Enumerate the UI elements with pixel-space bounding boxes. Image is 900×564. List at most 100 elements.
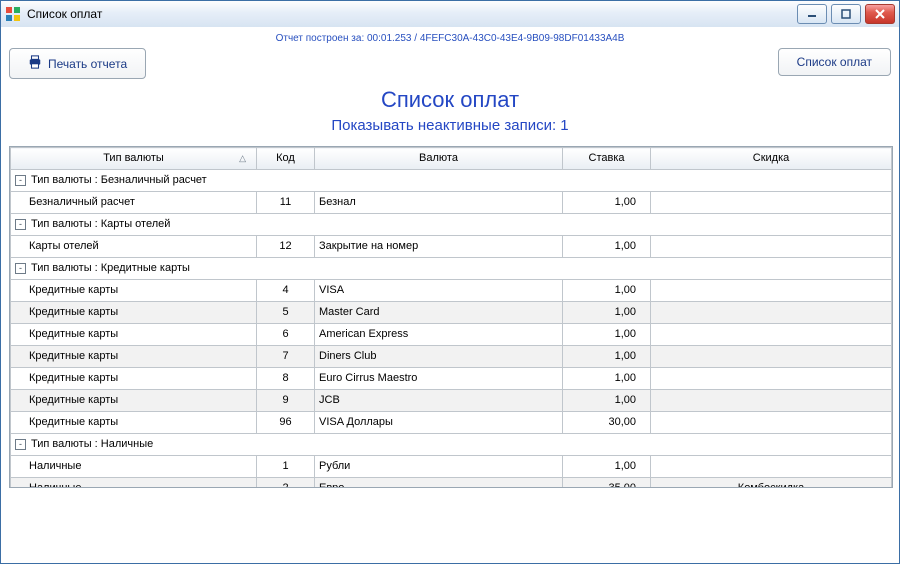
- maximize-button[interactable]: [831, 4, 861, 24]
- cell-type: Наличные: [11, 478, 257, 489]
- cell-type: Безналичный расчет: [11, 192, 257, 214]
- collapse-icon[interactable]: -: [15, 263, 26, 274]
- group-cell: -Тип валюты : Кредитные карты: [11, 258, 892, 280]
- cell-discount: [651, 192, 892, 214]
- meta-prefix: Отчет построен за:: [276, 33, 365, 44]
- payment-list-label: Список оплат: [797, 55, 872, 69]
- group-header[interactable]: -Тип валюты : Карты отелей: [11, 214, 892, 236]
- cell-rate: 1,00: [563, 390, 651, 412]
- group-cell: -Тип валюты : Карты отелей: [11, 214, 892, 236]
- cell-discount: [651, 368, 892, 390]
- report-headings: Список оплат Показывать неактивные запис…: [9, 87, 891, 134]
- cell-discount: [651, 280, 892, 302]
- table-row[interactable]: Наличные2Евро35,00Комбоскидка: [11, 478, 892, 489]
- cell-code: 5: [257, 302, 315, 324]
- cell-type: Карты отелей: [11, 236, 257, 258]
- group-header[interactable]: -Тип валюты : Наличные: [11, 434, 892, 456]
- group-cell: -Тип валюты : Безналичный расчет: [11, 170, 892, 192]
- client-area: Отчет построен за: 00:01.253 / 4FEFC30A-…: [1, 27, 899, 563]
- window-title: Список оплат: [27, 7, 797, 21]
- cell-type: Кредитные карты: [11, 390, 257, 412]
- table-row[interactable]: Кредитные карты8Euro Cirrus Maestro1,00: [11, 368, 892, 390]
- col-rate-header[interactable]: Ставка: [563, 148, 651, 170]
- cell-rate: 1,00: [563, 192, 651, 214]
- table-row[interactable]: Кредитные карты9JCB1,00: [11, 390, 892, 412]
- cell-currency: Master Card: [315, 302, 563, 324]
- title-bar[interactable]: Список оплат: [1, 1, 899, 28]
- table-row[interactable]: Кредитные карты5Master Card1,00: [11, 302, 892, 324]
- cell-currency: Закрытие на номер: [315, 236, 563, 258]
- cell-code: 6: [257, 324, 315, 346]
- table-row[interactable]: Кредитные карты6American Express1,00: [11, 324, 892, 346]
- cell-currency: Евро: [315, 478, 563, 489]
- cell-type: Кредитные карты: [11, 368, 257, 390]
- cell-code: 9: [257, 390, 315, 412]
- table-row[interactable]: Безналичный расчет11Безнал1,00: [11, 192, 892, 214]
- cell-currency: VISA: [315, 280, 563, 302]
- cell-type: Наличные: [11, 456, 257, 478]
- print-report-label: Печать отчета: [48, 57, 127, 71]
- close-button[interactable]: [865, 4, 895, 24]
- app-window: Список оплат Отчет построен за: 00:01.25…: [0, 0, 900, 564]
- cell-discount: [651, 346, 892, 368]
- col-discount-header[interactable]: Скидка: [651, 148, 892, 170]
- header-row: Тип валюты △ Код Валюта Ставка Скидка: [11, 148, 892, 170]
- col-code-header[interactable]: Код: [257, 148, 315, 170]
- cell-code: 1: [257, 456, 315, 478]
- close-icon: [875, 9, 885, 19]
- cell-currency: Diners Club: [315, 346, 563, 368]
- cell-type: Кредитные карты: [11, 412, 257, 434]
- cell-discount: [651, 456, 892, 478]
- table-row[interactable]: Карты отелей12Закрытие на номер1,00: [11, 236, 892, 258]
- cell-rate: 1,00: [563, 280, 651, 302]
- cell-code: 7: [257, 346, 315, 368]
- col-currency-header[interactable]: Валюта: [315, 148, 563, 170]
- col-type-header[interactable]: Тип валюты △: [11, 148, 257, 170]
- meta-guid: 4FEFC30A-43C0-43E4-9B09-98DF01433A4B: [420, 33, 625, 44]
- cell-rate: 1,00: [563, 324, 651, 346]
- cell-currency: Euro Cirrus Maestro: [315, 368, 563, 390]
- collapse-icon[interactable]: -: [15, 439, 26, 450]
- cell-currency: Рубли: [315, 456, 563, 478]
- table-row[interactable]: Наличные1Рубли1,00: [11, 456, 892, 478]
- payment-list-button[interactable]: Список оплат: [778, 48, 891, 76]
- cell-type: Кредитные карты: [11, 280, 257, 302]
- report-meta: Отчет построен за: 00:01.253 / 4FEFC30A-…: [9, 33, 891, 44]
- cell-code: 4: [257, 280, 315, 302]
- cell-rate: 30,00: [563, 412, 651, 434]
- page-subtitle: Показывать неактивные записи: 1: [9, 117, 891, 134]
- cell-type: Кредитные карты: [11, 324, 257, 346]
- minimize-button[interactable]: [797, 4, 827, 24]
- cell-code: 11: [257, 192, 315, 214]
- table-row[interactable]: Кредитные карты7Diners Club1,00: [11, 346, 892, 368]
- group-label: Тип валюты : Наличные: [31, 438, 153, 450]
- cell-currency: VISA Доллары: [315, 412, 563, 434]
- sort-indicator-icon: △: [239, 151, 246, 166]
- table-row[interactable]: Кредитные карты4VISA1,00: [11, 280, 892, 302]
- cell-discount: [651, 302, 892, 324]
- cell-code: 2: [257, 478, 315, 489]
- group-header[interactable]: -Тип валюты : Кредитные карты: [11, 258, 892, 280]
- cell-rate: 35,00: [563, 478, 651, 489]
- maximize-icon: [841, 9, 851, 19]
- group-label: Тип валюты : Безналичный расчет: [31, 174, 207, 186]
- group-header[interactable]: -Тип валюты : Безналичный расчет: [11, 170, 892, 192]
- cell-discount: [651, 390, 892, 412]
- cell-type: Кредитные карты: [11, 346, 257, 368]
- data-table: Тип валюты △ Код Валюта Ставка Скидка -Т…: [10, 147, 892, 488]
- cell-currency: American Express: [315, 324, 563, 346]
- toolbar: Печать отчета Список оплат: [9, 48, 891, 79]
- print-report-button[interactable]: Печать отчета: [9, 48, 146, 79]
- collapse-icon[interactable]: -: [15, 219, 26, 230]
- cell-discount: [651, 236, 892, 258]
- page-title: Список оплат: [9, 87, 891, 113]
- collapse-icon[interactable]: -: [15, 175, 26, 186]
- cell-rate: 1,00: [563, 368, 651, 390]
- group-label: Тип валюты : Кредитные карты: [31, 262, 190, 274]
- window-controls: [797, 4, 895, 24]
- data-grid[interactable]: Тип валюты △ Код Валюта Ставка Скидка -Т…: [9, 146, 893, 488]
- cell-rate: 1,00: [563, 456, 651, 478]
- table-row[interactable]: Кредитные карты96VISA Доллары30,00: [11, 412, 892, 434]
- cell-code: 8: [257, 368, 315, 390]
- cell-type: Кредитные карты: [11, 302, 257, 324]
